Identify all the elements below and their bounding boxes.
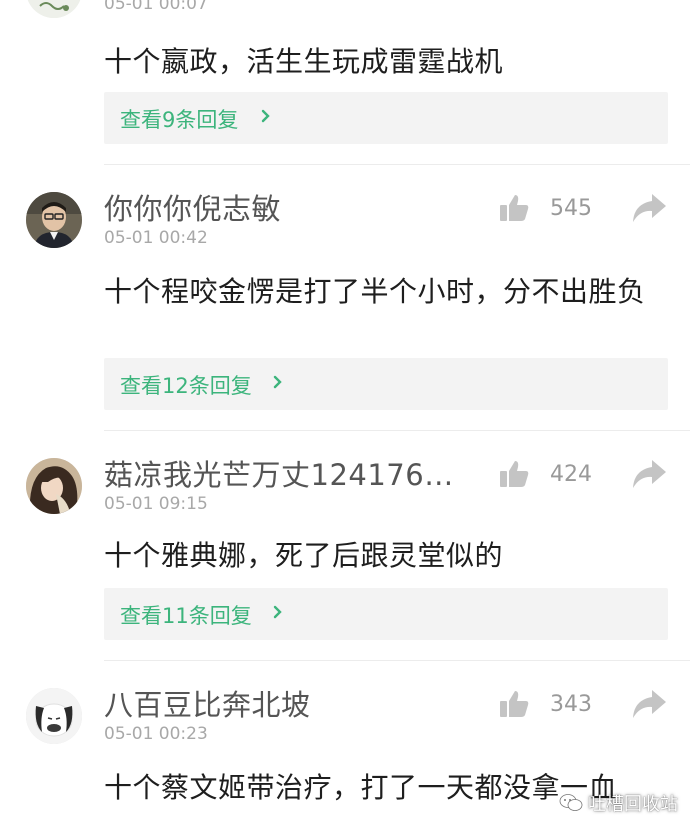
comment-text: 十个嬴政，活生生玩成雷霆战机 <box>104 45 504 78</box>
thumbs-up-icon[interactable] <box>498 458 530 490</box>
avatar[interactable] <box>26 688 82 744</box>
comment-username[interactable]: 菇凉我光芒万丈124176… <box>104 452 454 494</box>
view-replies-button[interactable]: 查看9条回复 <box>104 92 668 144</box>
comment-username[interactable]: 你你你倪志敏 <box>104 186 281 228</box>
thumbs-up-icon[interactable] <box>498 688 530 720</box>
divider <box>104 430 690 431</box>
share-arrow-icon[interactable] <box>630 192 668 224</box>
chevron-right-icon <box>261 109 270 123</box>
like-count: 424 <box>550 462 592 487</box>
view-replies-label: 查看12条回复 <box>120 374 252 398</box>
comment-timestamp: 05-01 00:07 <box>104 0 208 14</box>
comment-text: 十个程咬金愣是打了半个小时，分不出胜负 <box>104 275 646 308</box>
comment-timestamp: 05-01 00:42 <box>104 228 208 248</box>
divider <box>104 660 690 661</box>
like-count: 343 <box>550 692 592 717</box>
avatar[interactable] <box>26 458 82 514</box>
like-count: 545 <box>550 196 592 221</box>
share-arrow-icon[interactable] <box>630 458 668 490</box>
share-arrow-icon[interactable] <box>630 688 668 720</box>
comment-timestamp: 05-01 00:23 <box>104 724 208 744</box>
view-replies-button[interactable]: 查看11条回复 <box>104 588 668 640</box>
avatar[interactable] <box>26 0 82 18</box>
avatar[interactable] <box>26 192 82 248</box>
view-replies-button[interactable]: 查看12条回复 <box>104 358 668 410</box>
divider <box>104 164 690 165</box>
comment-timestamp: 05-01 09:15 <box>104 494 208 514</box>
view-replies-label: 查看11条回复 <box>120 604 252 628</box>
watermark-text: 吐槽回收站 <box>588 794 678 815</box>
wechat-icon <box>559 794 583 811</box>
comment-item: 菇凉我光芒万丈124176… 05-01 09:15 424 十个雅典娜，死了后… <box>0 452 690 652</box>
comment-feed: 05-01 00:07 十个嬴政，活生生玩成雷霆战机 查看9条回复 你你你倪志敏 <box>0 0 690 830</box>
thumbs-up-icon[interactable] <box>498 192 530 224</box>
comment-text: 十个雅典娜，死了后跟灵堂似的 <box>104 539 504 572</box>
chevron-right-icon <box>273 605 282 619</box>
comment-item: 你你你倪志敏 05-01 00:42 545 十个程咬金愣是打了半个小时，分不出… <box>0 186 690 426</box>
comment-item: 05-01 00:07 十个嬴政，活生生玩成雷霆战机 查看9条回复 <box>0 0 690 160</box>
comment-username[interactable]: 八百豆比奔北坡 <box>104 682 311 724</box>
watermark: 吐槽回收站 <box>559 790 678 816</box>
chevron-right-icon <box>273 375 282 389</box>
view-replies-label: 查看9条回复 <box>120 108 239 132</box>
